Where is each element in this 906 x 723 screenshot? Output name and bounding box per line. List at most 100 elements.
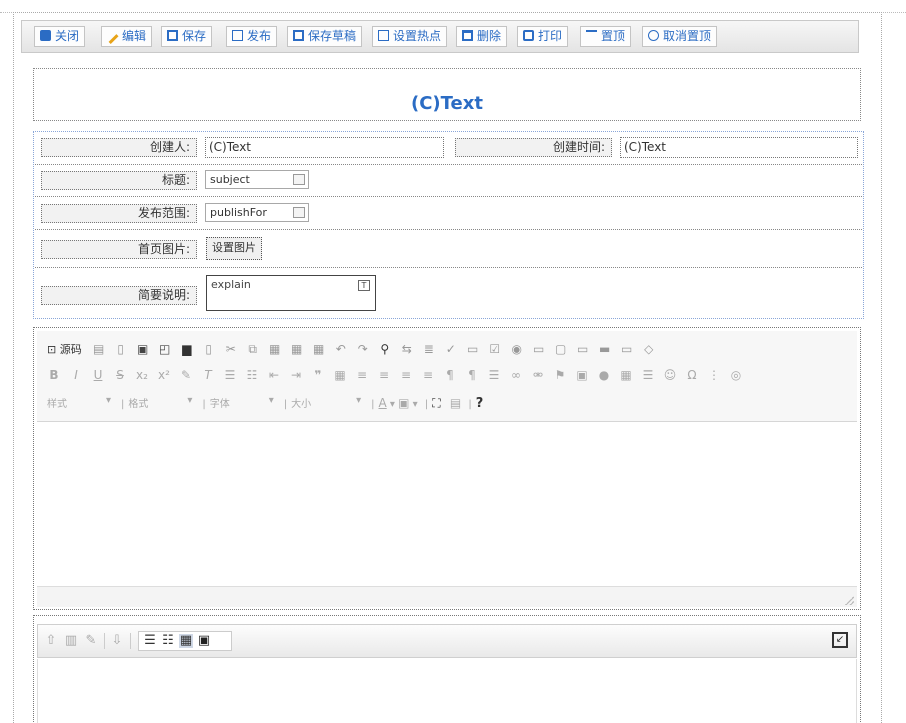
checkbox-icon[interactable]: ☑ <box>488 342 502 356</box>
summary-textarea[interactable]: explain T <box>206 275 376 311</box>
paste-text-icon[interactable]: ▦ <box>290 342 304 356</box>
print-button[interactable]: 打印 <box>517 26 569 47</box>
bg-color-icon[interactable]: ▣ <box>398 396 409 410</box>
publish-scope-field[interactable]: publishFor <box>205 203 309 222</box>
rtl-icon[interactable]: ¶ <box>465 368 479 382</box>
print-doc-icon[interactable]: ▆ <box>180 342 194 356</box>
source-icon: ⊡ <box>47 343 57 356</box>
select-icon[interactable]: ▭ <box>576 342 590 356</box>
created-time-label: 创建时间: <box>455 138 612 157</box>
unpin-button[interactable]: 取消置顶 <box>642 26 718 47</box>
superscript-icon[interactable]: x² <box>157 368 171 382</box>
edit-file-icon[interactable]: ✎ <box>84 634 98 648</box>
save-doc-icon[interactable]: ▤ <box>92 342 106 356</box>
maximize-icon[interactable]: ⛶ <box>432 396 440 410</box>
table-icon[interactable]: ▦ <box>619 368 633 382</box>
copy-format-icon[interactable]: ✎ <box>179 368 193 382</box>
bulleted-list-icon[interactable]: ☷ <box>245 368 259 382</box>
font-select[interactable]: 字体 ▾ <box>210 395 280 410</box>
delete-button[interactable]: 删除 <box>456 26 508 47</box>
find-icon[interactable]: ⚲ <box>378 342 392 356</box>
preview-icon[interactable]: ◰ <box>158 342 172 356</box>
language-icon[interactable]: ☰ <box>487 368 501 382</box>
style-select[interactable]: 样式 ▾ <box>47 395 117 410</box>
undo-icon[interactable]: ↶ <box>334 342 348 356</box>
templates-icon[interactable]: ▯ <box>202 342 216 356</box>
format-select[interactable]: 格式 ▾ <box>128 395 198 410</box>
thumbnail-view-icon[interactable]: ▦ <box>179 634 193 648</box>
new-page-icon[interactable]: ▯ <box>114 342 128 356</box>
smiley-icon[interactable]: ☺ <box>663 368 677 382</box>
edit-button[interactable]: 编辑 <box>101 26 153 47</box>
pin-top-button[interactable]: 置顶 <box>580 26 632 47</box>
ltr-icon[interactable]: ¶ <box>443 368 457 382</box>
set-hotspot-button[interactable]: 设置热点 <box>372 26 448 47</box>
anchor-icon[interactable]: ⚑ <box>553 368 567 382</box>
special-char-icon[interactable]: Ω <box>685 368 699 382</box>
close-button[interactable]: 关闭 <box>34 26 86 47</box>
text-expand-icon[interactable]: T <box>358 280 370 291</box>
page-break-icon[interactable]: ⋮ <box>707 368 721 382</box>
iframe-icon[interactable]: ◎ <box>729 368 743 382</box>
text-color-icon[interactable]: A <box>379 396 387 410</box>
save-draft-button[interactable]: 保存草稿 <box>287 26 363 47</box>
edit-field-icon[interactable] <box>293 174 305 185</box>
show-blocks-icon[interactable]: ▤ <box>450 396 461 410</box>
image-button-icon[interactable]: ▭ <box>620 342 634 356</box>
remove-format-icon[interactable]: T <box>201 368 215 382</box>
subject-label: 标题: <box>41 171 197 190</box>
align-center-icon[interactable]: ≡ <box>377 368 391 382</box>
textarea-icon[interactable]: ▢ <box>554 342 568 356</box>
link-icon[interactable]: ∞ <box>509 368 523 382</box>
set-image-button[interactable]: 设置图片 <box>206 237 262 260</box>
subscript-icon[interactable]: x₂ <box>135 368 149 382</box>
form-icon[interactable]: ▭ <box>466 342 480 356</box>
align-left-icon[interactable]: ≡ <box>355 368 369 382</box>
spellcheck-icon[interactable]: ✓ <box>444 342 458 356</box>
size-select[interactable]: 大小 ▾ <box>291 395 367 410</box>
image-icon[interactable]: ▣ <box>575 368 589 382</box>
editor-content-area[interactable] <box>37 422 857 585</box>
numbered-list-icon[interactable]: ☰ <box>223 368 237 382</box>
paste-word-icon[interactable]: ▦ <box>312 342 326 356</box>
underline-icon[interactable]: U <box>91 368 105 382</box>
outdent-icon[interactable]: ⇤ <box>267 368 281 382</box>
list-view-icon[interactable]: ☰ <box>143 634 157 648</box>
strike-icon[interactable]: S <box>113 368 127 382</box>
source-button[interactable]: ⊡ 源码 <box>47 341 82 357</box>
hidden-field-icon[interactable]: ◇ <box>642 342 656 356</box>
select-scope-icon[interactable] <box>293 207 305 218</box>
textfield-icon[interactable]: ▭ <box>532 342 546 356</box>
download-icon[interactable]: ⇩ <box>110 634 124 648</box>
italic-icon[interactable]: I <box>69 368 83 382</box>
upload-icon[interactable]: ⇧ <box>44 634 58 648</box>
copy-icon[interactable]: ⧉ <box>246 342 260 357</box>
justify-icon[interactable]: ≡ <box>421 368 435 382</box>
div-icon[interactable]: ▦ <box>333 368 347 382</box>
cut-icon[interactable]: ✂ <box>224 342 238 356</box>
attachment-list-area[interactable] <box>37 659 857 723</box>
delete-file-icon[interactable]: ▥ <box>64 634 78 648</box>
button-icon[interactable]: ▬ <box>598 342 612 356</box>
resize-grip-icon[interactable] <box>845 596 854 605</box>
align-right-icon[interactable]: ≡ <box>399 368 413 382</box>
indent-icon[interactable]: ⇥ <box>289 368 303 382</box>
subject-field[interactable]: subject <box>205 170 309 189</box>
save-button[interactable]: 保存 <box>161 26 213 47</box>
detail-view-icon[interactable]: ☷ <box>161 634 175 648</box>
select-all-icon[interactable]: ≣ <box>422 342 436 356</box>
unlink-icon[interactable]: ⚮ <box>531 368 545 382</box>
bold-icon[interactable]: B <box>47 368 61 382</box>
popout-icon[interactable]: ↙ <box>832 632 848 648</box>
flash-icon[interactable]: ● <box>597 368 611 382</box>
image-view-icon[interactable]: ▣ <box>197 634 211 648</box>
publish-button[interactable]: 发布 <box>226 26 278 47</box>
export-pdf-icon[interactable]: ▣ <box>136 342 150 356</box>
radio-icon[interactable]: ◉ <box>510 342 524 356</box>
help-icon[interactable]: ? <box>476 396 484 411</box>
blockquote-icon[interactable]: ❞ <box>311 368 325 382</box>
paste-icon[interactable]: ▦ <box>268 342 282 356</box>
horizontal-line-icon[interactable]: ☰ <box>641 368 655 382</box>
redo-icon[interactable]: ↷ <box>356 342 370 356</box>
replace-icon[interactable]: ⇆ <box>400 342 414 356</box>
